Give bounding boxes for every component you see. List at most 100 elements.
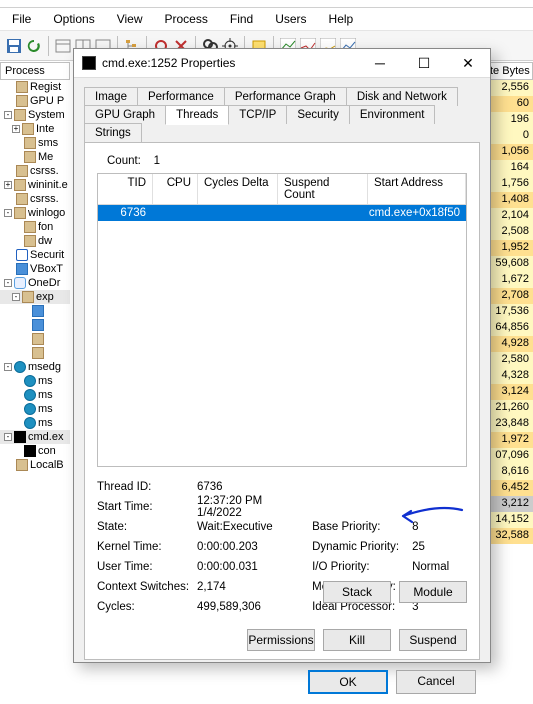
process-name: sms bbox=[38, 137, 58, 149]
expand-icon[interactable]: - bbox=[4, 433, 12, 441]
count-value: 1 bbox=[154, 155, 160, 167]
process-icon bbox=[24, 235, 36, 247]
tree-row[interactable]: Regist bbox=[0, 80, 70, 94]
tab-environment[interactable]: Environment bbox=[349, 105, 436, 124]
tree-row[interactable]: -OneDr bbox=[0, 276, 70, 290]
info-value: 2,174 bbox=[197, 581, 306, 593]
tab-disk-network[interactable]: Disk and Network bbox=[346, 87, 458, 106]
process-icon bbox=[24, 389, 36, 401]
tab-tcpip[interactable]: TCP/IP bbox=[228, 105, 287, 124]
menu-file[interactable]: File bbox=[8, 10, 35, 28]
expand-icon[interactable]: - bbox=[4, 209, 12, 217]
tree-row[interactable]: sms bbox=[0, 136, 70, 150]
expand-icon[interactable]: + bbox=[4, 181, 12, 189]
minimize-button[interactable]: ─ bbox=[358, 49, 402, 77]
process-name: exp bbox=[36, 291, 54, 303]
process-name: csrss. bbox=[30, 165, 59, 177]
col-start-addr[interactable]: Start Address bbox=[368, 174, 466, 204]
expand-icon[interactable]: - bbox=[4, 111, 12, 119]
tree-header[interactable]: Process bbox=[0, 62, 70, 80]
tree-row[interactable]: csrss. bbox=[0, 192, 70, 206]
tree-row[interactable]: + Inte bbox=[0, 122, 70, 136]
tree-row[interactable]: -System bbox=[0, 108, 70, 122]
tree-row[interactable] bbox=[0, 332, 70, 346]
kill-button[interactable]: Kill bbox=[323, 629, 391, 651]
bytes-header[interactable]: te Bytes bbox=[485, 62, 533, 80]
dialog-buttons: OK Cancel bbox=[74, 660, 490, 704]
tree-row[interactable]: Securit bbox=[0, 248, 70, 262]
maximize-button[interactable]: ☐ bbox=[402, 49, 446, 77]
expand-icon[interactable]: - bbox=[4, 279, 12, 287]
process-icon bbox=[14, 361, 26, 373]
bytes-cell: 3,124 bbox=[485, 384, 533, 400]
tree-row[interactable]: ms bbox=[0, 402, 70, 416]
pane-icon[interactable] bbox=[55, 38, 71, 54]
ok-button[interactable]: OK bbox=[308, 670, 388, 694]
expand-icon[interactable]: - bbox=[12, 293, 20, 301]
process-icon bbox=[32, 333, 44, 345]
thread-row[interactable]: 6736 cmd.exe+0x18f50 bbox=[98, 205, 466, 221]
tree-row[interactable]: con bbox=[0, 444, 70, 458]
tab-strings[interactable]: Strings bbox=[84, 123, 142, 142]
expand-icon[interactable]: - bbox=[4, 363, 12, 371]
tree-row[interactable]: VBoxT bbox=[0, 262, 70, 276]
suspend-button[interactable]: Suspend bbox=[399, 629, 467, 651]
info-value: 12:37:20 PM 1/4/2022 bbox=[197, 495, 306, 519]
bytes-cell: 59,608 bbox=[485, 256, 533, 272]
tree-row[interactable] bbox=[0, 318, 70, 332]
module-button[interactable]: Module bbox=[399, 581, 467, 603]
process-icon bbox=[16, 459, 28, 471]
tree-row[interactable]: GPU P bbox=[0, 94, 70, 108]
tab-gpu-graph[interactable]: GPU Graph bbox=[84, 105, 166, 124]
cancel-button[interactable]: Cancel bbox=[396, 670, 476, 694]
col-cycles[interactable]: Cycles Delta bbox=[198, 174, 278, 204]
menu-find[interactable]: Find bbox=[226, 10, 257, 28]
permissions-button[interactable]: Permissions bbox=[247, 629, 315, 651]
save-icon[interactable] bbox=[6, 38, 22, 54]
tree-row[interactable]: -winlogo bbox=[0, 206, 70, 220]
tree-row[interactable]: ms bbox=[0, 388, 70, 402]
tree-row[interactable]: dw bbox=[0, 234, 70, 248]
bytes-cell: 23,848 bbox=[485, 416, 533, 432]
tree-row[interactable] bbox=[0, 304, 70, 318]
col-tid[interactable]: TID bbox=[98, 174, 153, 204]
info-value: 6736 bbox=[197, 481, 306, 493]
tree-row[interactable]: +wininit.e bbox=[0, 178, 70, 192]
tab-performance[interactable]: Performance bbox=[137, 87, 225, 106]
menu-view[interactable]: View bbox=[113, 10, 147, 28]
stack-button[interactable]: Stack bbox=[323, 581, 391, 603]
process-name: Inte bbox=[36, 123, 54, 135]
expand-icon[interactable]: + bbox=[12, 125, 20, 133]
process-icon bbox=[14, 207, 26, 219]
dialog-title: cmd.exe:1252 Properties bbox=[102, 56, 358, 70]
menu-process[interactable]: Process bbox=[161, 10, 212, 28]
process-name: LocalB bbox=[30, 459, 64, 471]
refresh-icon[interactable] bbox=[26, 38, 42, 54]
menu-help[interactable]: Help bbox=[325, 10, 358, 28]
tab-security[interactable]: Security bbox=[286, 105, 350, 124]
tree-row[interactable] bbox=[0, 346, 70, 360]
tab-threads[interactable]: Threads bbox=[165, 105, 229, 125]
tree-row[interactable]: -msedg bbox=[0, 360, 70, 374]
menu-users[interactable]: Users bbox=[271, 10, 310, 28]
tree-row[interactable]: ms bbox=[0, 416, 70, 430]
process-icon bbox=[16, 249, 28, 261]
tree-row[interactable]: ms bbox=[0, 374, 70, 388]
tree-row[interactable]: Me bbox=[0, 150, 70, 164]
tree-row[interactable]: - exp bbox=[0, 290, 70, 304]
tree-row[interactable]: fon bbox=[0, 220, 70, 234]
info-value: Wait:Executive bbox=[197, 521, 306, 533]
col-cpu[interactable]: ⌄CPU bbox=[153, 174, 198, 204]
dialog-titlebar[interactable]: cmd.exe:1252 Properties ─ ☐ ✕ bbox=[74, 49, 490, 78]
menu-options[interactable]: Options bbox=[49, 10, 98, 28]
tree-row[interactable]: csrss. bbox=[0, 164, 70, 178]
tab-image[interactable]: Image bbox=[84, 87, 138, 106]
col-suspend[interactable]: Suspend Count bbox=[278, 174, 368, 204]
tree-row[interactable]: LocalB bbox=[0, 458, 70, 472]
process-tree[interactable]: Process RegistGPU P-System+IntesmsMecsrs… bbox=[0, 62, 70, 696]
tab-perf-graph[interactable]: Performance Graph bbox=[224, 87, 347, 106]
close-button[interactable]: ✕ bbox=[446, 49, 490, 77]
tree-row[interactable]: -cmd.ex bbox=[0, 430, 70, 444]
threads-grid[interactable]: TID ⌄CPU Cycles Delta Suspend Count Star… bbox=[97, 173, 467, 467]
info-row: Context Switches:2,174 bbox=[97, 577, 306, 597]
